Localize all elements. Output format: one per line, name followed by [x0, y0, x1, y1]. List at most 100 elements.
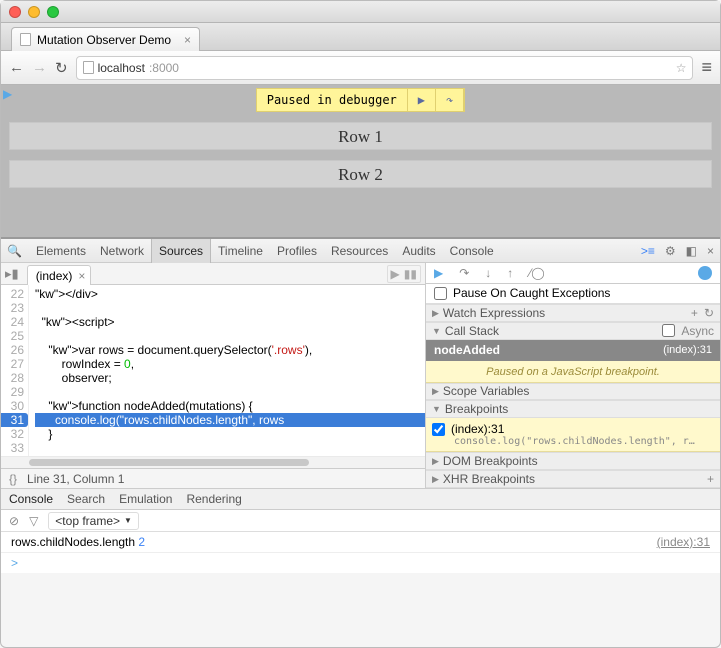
page-viewport: ▶ Paused in debugger ▶ ↷ Row 1 Row 2: [1, 85, 720, 237]
browser-tab-title: Mutation Observer Demo: [37, 33, 171, 47]
chevron-right-icon: ▶: [432, 308, 439, 319]
paused-in-debugger-banner: Paused in debugger ▶ ↷: [256, 88, 466, 112]
browser-toolbar: ← → ↻ localhost :8000 ☆ ≡: [1, 51, 720, 85]
callstack-frame[interactable]: nodeAdded (index):31: [426, 340, 720, 361]
console-log-line: rows.childNodes.length 2 (index):31: [1, 532, 720, 553]
drawer-tab-rendering[interactable]: Rendering: [186, 492, 241, 506]
breakpoint-item[interactable]: (index):31 console.log("rows.childNodes.…: [426, 418, 720, 452]
show-navigator-icon[interactable]: ▸▮: [5, 266, 19, 282]
breakpoint-snippet: console.log("rows.childNodes.length", r…: [432, 436, 714, 447]
callstack-panel-header[interactable]: ▼ Call Stack Async: [426, 322, 720, 340]
url-port: :8000: [149, 61, 179, 75]
breakpoints-panel-header[interactable]: ▼ Breakpoints: [426, 400, 720, 418]
step-over-icon[interactable]: ↷: [436, 89, 464, 111]
console-prompt[interactable]: >: [1, 553, 720, 573]
file-tab-label: (index): [36, 269, 73, 283]
add-watch-icon[interactable]: +: [691, 306, 698, 320]
page-icon: [20, 33, 31, 46]
chevron-right-icon: ▶: [432, 456, 439, 467]
tab-audits[interactable]: Audits: [402, 244, 435, 258]
chevron-down-icon: ▼: [432, 404, 441, 414]
xhr-bp-panel-header[interactable]: ▶ XHR Breakpoints +: [426, 470, 720, 488]
forward-button: →: [32, 59, 47, 76]
code-editor[interactable]: 222324252627282930313233343536 "kw"></di…: [1, 285, 425, 456]
minimize-window-icon[interactable]: [28, 6, 40, 18]
chevron-down-icon: ▼: [124, 516, 132, 525]
step-out-button[interactable]: ↑: [507, 266, 513, 280]
debugger-resume-gutter[interactable]: ▶: [3, 87, 12, 101]
content-row: Row 1: [9, 122, 712, 150]
drawer-tabbar: Console Search Emulation Rendering: [1, 489, 720, 510]
window-titlebar: [1, 1, 720, 23]
tab-resources[interactable]: Resources: [331, 244, 388, 258]
tab-elements[interactable]: Elements: [36, 244, 86, 258]
editor-status-bar: {} Line 31, Column 1: [1, 468, 425, 488]
frame-name: nodeAdded: [434, 343, 500, 357]
line-gutter[interactable]: 222324252627282930313233343536: [1, 285, 29, 456]
resume-play-icon[interactable]: ▶: [408, 89, 436, 111]
paused-text: Paused in debugger: [257, 89, 408, 111]
breakpoint-location: (index):31: [451, 422, 504, 436]
devtools-tabbar: 🔍 Elements Network Sources Timeline Prof…: [1, 237, 720, 263]
pause-reason-notice: Paused on a JavaScript breakpoint.: [426, 361, 720, 383]
close-devtools-icon[interactable]: ×: [707, 244, 714, 258]
step-over-button[interactable]: ↷: [459, 266, 469, 280]
scrollbar-thumb[interactable]: [29, 459, 309, 466]
async-checkbox[interactable]: [662, 324, 675, 337]
pause-exceptions-toggle[interactable]: [698, 266, 712, 280]
show-drawer-icon[interactable]: >≡: [641, 244, 655, 258]
zoom-window-icon[interactable]: [47, 6, 59, 18]
browser-tab[interactable]: Mutation Observer Demo ×: [11, 27, 200, 51]
filter-icon[interactable]: ▽: [29, 514, 38, 528]
gear-icon[interactable]: ⚙: [665, 244, 676, 258]
breakpoint-enabled-checkbox[interactable]: [432, 423, 445, 436]
browser-tab-strip: Mutation Observer Demo ×: [1, 23, 720, 51]
menu-button[interactable]: ≡: [701, 57, 712, 78]
console-toolbar: ⊘ ▽ <top frame> ▼: [1, 510, 720, 532]
drawer-tab-search[interactable]: Search: [67, 492, 105, 506]
add-xhr-bp-icon[interactable]: +: [707, 472, 714, 486]
editor-horizontal-scrollbar[interactable]: [1, 456, 425, 468]
drawer-tab-console[interactable]: Console: [9, 492, 53, 506]
scope-panel-header[interactable]: ▶ Scope Variables: [426, 383, 720, 401]
sources-pane: ▸▮ (index) × ▶▮▮ 22232425262728293031323…: [1, 263, 426, 488]
url-host: localhost: [98, 61, 145, 75]
console-output: rows.childNodes.length 2 (index):31 >: [1, 532, 720, 573]
close-file-tab-icon[interactable]: ×: [78, 269, 85, 283]
refresh-watch-icon[interactable]: ↻: [704, 306, 714, 320]
watch-panel-header[interactable]: ▶ Watch Expressions +↻: [426, 304, 720, 322]
pause-caught-label: Pause On Caught Exceptions: [453, 286, 610, 300]
close-window-icon[interactable]: [9, 6, 21, 18]
frame-selector[interactable]: <top frame> ▼: [48, 512, 139, 530]
console-log-source[interactable]: (index):31: [657, 535, 710, 549]
file-tab[interactable]: (index) ×: [27, 265, 92, 285]
file-tab-bar: ▸▮ (index) × ▶▮▮: [1, 263, 425, 285]
clear-console-icon[interactable]: ⊘: [9, 514, 19, 528]
pretty-print-icon[interactable]: {}: [9, 472, 17, 486]
cursor-position: Line 31, Column 1: [27, 472, 124, 486]
tab-profiles[interactable]: Profiles: [277, 244, 317, 258]
close-tab-icon[interactable]: ×: [184, 33, 191, 47]
url-bar[interactable]: localhost :8000 ☆: [76, 56, 694, 80]
reload-button[interactable]: ↻: [55, 59, 68, 77]
dock-side-icon[interactable]: ◧: [686, 244, 697, 258]
pause-caught-checkbox[interactable]: [434, 287, 447, 300]
search-icon[interactable]: 🔍: [7, 244, 22, 258]
resume-button[interactable]: ▶: [434, 266, 443, 280]
tab-timeline[interactable]: Timeline: [218, 244, 263, 258]
debugger-pane: ▶ ↷ ↓ ↑ ⁄◯ Pause On Caught Exceptions ▶ …: [426, 263, 720, 488]
frame-location: (index):31: [663, 344, 712, 356]
code-body[interactable]: "kw"></div> "kw"><script> "kw">var rows …: [29, 285, 425, 456]
deactivate-bp-button[interactable]: ⁄◯: [529, 266, 544, 280]
tab-network[interactable]: Network: [100, 244, 144, 258]
bookmark-star-icon[interactable]: ☆: [676, 61, 687, 75]
site-icon: [83, 61, 94, 74]
step-into-button[interactable]: ↓: [485, 266, 491, 280]
dom-bp-panel-header[interactable]: ▶ DOM Breakpoints: [426, 452, 720, 470]
drawer-tab-emulation[interactable]: Emulation: [119, 492, 172, 506]
editor-toggle-icons[interactable]: ▶▮▮: [387, 265, 421, 283]
tab-sources[interactable]: Sources: [151, 239, 211, 263]
tab-console[interactable]: Console: [450, 244, 494, 258]
back-button[interactable]: ←: [9, 59, 24, 76]
content-row: Row 2: [9, 160, 712, 188]
